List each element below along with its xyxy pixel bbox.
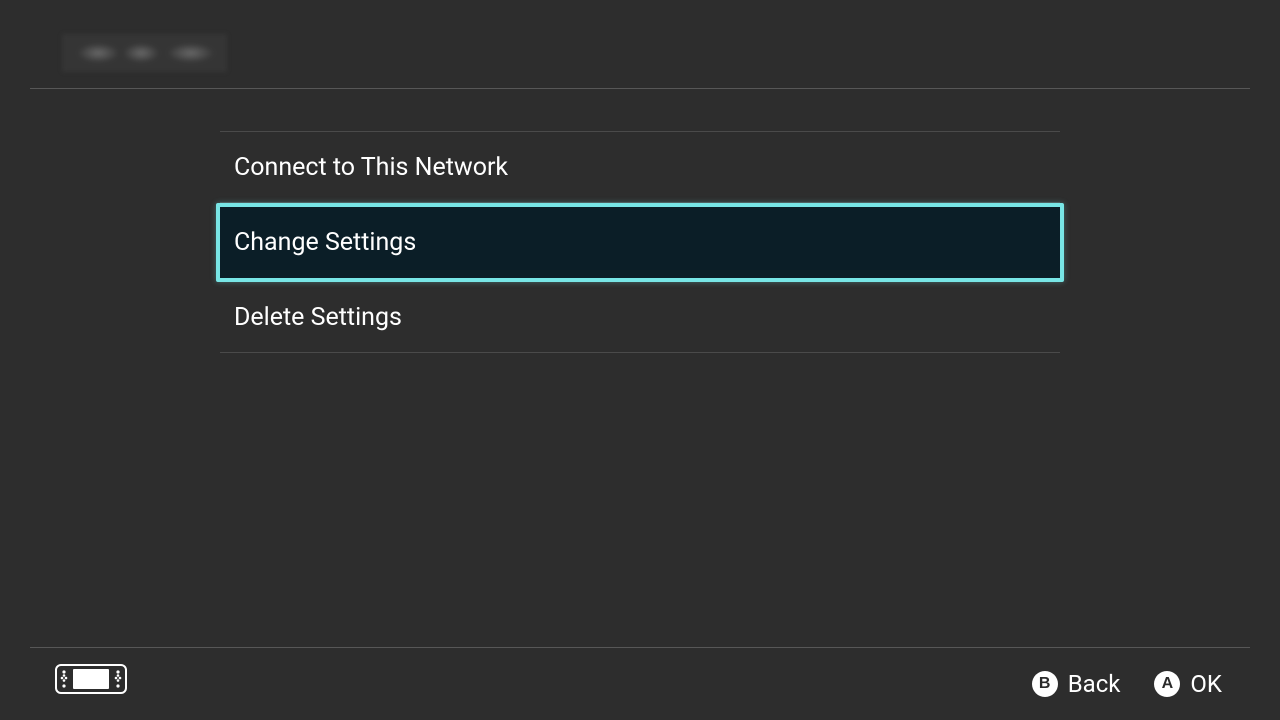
network-options-menu: Connect to This Network Change Settings … (220, 131, 1060, 353)
hint-label: OK (1190, 670, 1222, 698)
hint-back[interactable]: B Back (1032, 670, 1121, 698)
a-button-icon: A (1154, 671, 1180, 697)
hint-label: Back (1068, 670, 1121, 698)
screen: Connect to This Network Change Settings … (0, 0, 1280, 720)
header-divider (30, 88, 1250, 89)
footer: B Back A OK (0, 648, 1280, 720)
b-button-icon: B (1032, 671, 1058, 697)
button-hints: B Back A OK (1032, 648, 1222, 720)
menu-item-delete-settings[interactable]: Delete Settings (220, 282, 1060, 353)
menu-item-label: Connect to This Network (234, 153, 508, 182)
page-title-obscured (62, 34, 227, 72)
menu-item-change-settings[interactable]: Change Settings (216, 203, 1064, 282)
menu-item-label: Change Settings (234, 228, 416, 257)
header (0, 0, 1280, 88)
controller-icon (55, 664, 127, 698)
menu-item-connect[interactable]: Connect to This Network (220, 132, 1060, 203)
menu-item-label: Delete Settings (234, 303, 402, 332)
hint-ok[interactable]: A OK (1154, 670, 1222, 698)
